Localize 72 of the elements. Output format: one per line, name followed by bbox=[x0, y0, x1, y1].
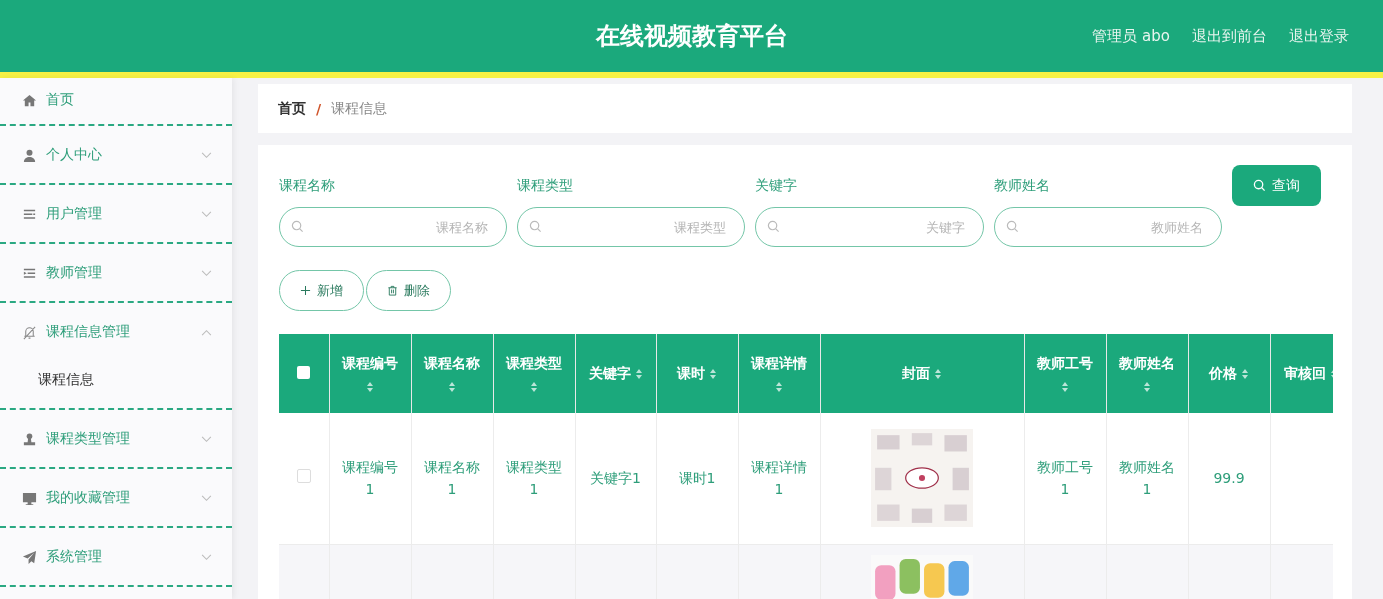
search-button[interactable]: 查询 bbox=[1231, 165, 1321, 206]
breadcrumb-item: 课程信息 bbox=[331, 99, 388, 118]
search-field[interactable]: 课程类型 bbox=[517, 207, 746, 247]
sort-icon[interactable] bbox=[1143, 380, 1151, 393]
site-title: 在线视频教育平台 bbox=[595, 21, 788, 52]
trash-icon bbox=[387, 285, 398, 296]
search-icon bbox=[529, 220, 543, 233]
column-header[interactable]: 课程名称 bbox=[424, 354, 480, 373]
breadcrumb-separator: / bbox=[316, 100, 322, 117]
column-header[interactable]: 封面 bbox=[902, 364, 930, 383]
table-cell: 课时1 bbox=[678, 470, 716, 487]
sidebar-item[interactable]: 课程信息管理 bbox=[0, 308, 232, 356]
field-label: 教师姓名 bbox=[993, 177, 1051, 195]
sort-icon[interactable] bbox=[448, 380, 456, 393]
sort-icon[interactable] bbox=[1241, 367, 1249, 380]
search-icon bbox=[291, 220, 304, 233]
breadcrumb-item[interactable]: 首页 bbox=[278, 99, 306, 118]
sidebar-item[interactable]: 首页 bbox=[0, 80, 232, 120]
search-icon bbox=[767, 220, 781, 233]
column-header[interactable]: 审核回 bbox=[1284, 364, 1326, 383]
column-header[interactable]: 课时 bbox=[677, 364, 705, 383]
home-icon bbox=[22, 92, 37, 108]
header-link[interactable]: 退出登录 bbox=[1289, 26, 1349, 46]
sidebar-item[interactable]: 个人中心 bbox=[0, 131, 232, 179]
search-field[interactable]: 课程名称 bbox=[279, 207, 508, 247]
table-cell: 课程详情1 bbox=[751, 459, 807, 498]
table-cell: 课程类型1 bbox=[506, 459, 562, 498]
search-field[interactable]: 教师姓名 bbox=[993, 207, 1222, 247]
monitor-icon bbox=[22, 490, 37, 506]
table-cell: 课程名称1 bbox=[424, 459, 480, 498]
submenu-item[interactable]: 课程信息 bbox=[38, 356, 94, 404]
stamp-icon bbox=[22, 431, 37, 447]
header-link[interactable]: 管理员 abo bbox=[1092, 26, 1170, 46]
table-cell: 教师工号1 bbox=[1037, 459, 1093, 498]
sort-icon[interactable] bbox=[709, 367, 717, 380]
sidebar-item[interactable]: 用户管理 bbox=[0, 190, 232, 238]
sidebar-item[interactable]: 教师管理 bbox=[0, 249, 232, 297]
table-cell: 教师姓名1 bbox=[1119, 459, 1175, 498]
field-label: 课程名称 bbox=[279, 177, 336, 195]
field-label: 课程类型 bbox=[517, 177, 575, 195]
table-cell: 课程编号1 bbox=[342, 459, 398, 498]
column-header[interactable]: 关键字 bbox=[588, 364, 631, 383]
plus-icon bbox=[300, 285, 311, 296]
sidebar-item[interactable]: 课程类型管理 bbox=[0, 415, 232, 463]
paper-plane-icon bbox=[22, 549, 37, 565]
bell-off-icon bbox=[22, 324, 37, 340]
user-icon bbox=[22, 147, 37, 163]
sort-icon[interactable] bbox=[530, 380, 538, 393]
field-label: 关键字 bbox=[755, 177, 799, 195]
table-cell: 99.9 bbox=[1213, 470, 1245, 487]
search-icon bbox=[1252, 179, 1266, 192]
sort-icon[interactable] bbox=[366, 380, 374, 393]
sidebar-item[interactable]: 系统管理 bbox=[0, 533, 232, 581]
column-header[interactable]: 教师姓名 bbox=[1119, 354, 1175, 373]
sort-icon[interactable] bbox=[775, 380, 783, 393]
column-header[interactable]: 教师工号 bbox=[1037, 354, 1093, 373]
search-field[interactable]: 关键字 bbox=[755, 207, 984, 247]
column-header[interactable]: 课程编号 bbox=[342, 354, 398, 373]
search-icon bbox=[1005, 220, 1019, 233]
column-header[interactable]: 课程详情 bbox=[751, 354, 807, 373]
row-checkbox[interactable] bbox=[296, 469, 311, 484]
select-all-checkbox[interactable] bbox=[297, 365, 311, 379]
column-header[interactable]: 课程类型 bbox=[506, 354, 562, 373]
delete-button[interactable]: 删除 bbox=[366, 270, 451, 311]
sort-icon[interactable] bbox=[634, 367, 643, 380]
sort-icon[interactable] bbox=[1061, 380, 1069, 393]
add-button[interactable]: 新增 bbox=[279, 270, 364, 311]
table-cell: 关键字1 bbox=[590, 470, 641, 487]
sort-icon[interactable] bbox=[934, 367, 942, 380]
sidebar-item[interactable]: 我的收藏管理 bbox=[0, 474, 232, 522]
header-link[interactable]: 退出到前台 bbox=[1192, 26, 1267, 46]
column-header[interactable]: 价格 bbox=[1209, 364, 1237, 383]
